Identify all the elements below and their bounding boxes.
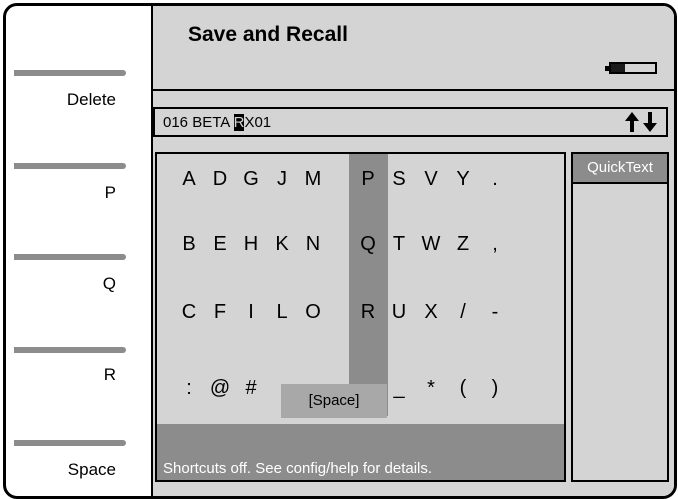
quicktext-tab[interactable]: QuickText [573,154,667,184]
battery-icon [605,62,657,74]
key-2-5[interactable]: R [354,301,382,324]
softkey-delete-label[interactable]: Delete [67,90,116,110]
key-3-0[interactable]: : [175,377,203,400]
status-text: Shortcuts off. See config/help for detai… [163,460,433,477]
key-0-8[interactable]: Y [449,168,477,191]
softkey-q-bar[interactable] [14,254,126,260]
softkey-r-label[interactable]: R [104,365,116,385]
softkey-space-bar[interactable] [14,440,126,446]
key-2-9[interactable]: - [481,301,509,324]
key-1-0[interactable]: B [175,233,203,256]
highlighted-column [349,154,388,416]
softkey-delete-bar[interactable] [14,70,126,76]
key-1-4[interactable]: N [299,233,327,256]
space-key[interactable]: [Space] [281,384,387,418]
softkey-space-label[interactable]: Space [68,460,116,480]
key-1-7[interactable]: W [417,233,445,256]
character-keyboard: A D G J M P S V Y. B E H K N Q T W Z, C F I L O R U X / -: @ # _ *() [S… [155,152,566,482]
softkey-q-label[interactable]: Q [103,274,116,294]
key-1-6[interactable]: T [385,233,413,256]
filename-text[interactable]: 016 BETA RX01 [163,114,271,131]
key-3-1[interactable]: @ [206,377,234,400]
key-3-8[interactable]: ( [449,377,477,400]
key-2-2[interactable]: I [237,301,265,324]
filename-prefix: 016 BETA [163,114,234,131]
page-title: Save and Recall [188,23,348,46]
softkey-r-bar[interactable] [14,347,126,353]
key-0-1[interactable]: D [206,168,234,191]
up-down-arrows-icon[interactable] [624,110,658,139]
key-2-0[interactable]: C [175,301,203,324]
key-2-4[interactable]: O [299,301,327,324]
key-1-8[interactable]: Z [449,233,477,256]
key-1-5[interactable]: Q [354,233,382,256]
instrument-screen: Delete P Q R Space Save and Recall 016 B… [3,3,677,499]
main-panel: Save and Recall 016 BETA RX01 ADGJMPSVY.… [151,6,674,496]
key-2-7[interactable]: X [417,301,445,324]
key-0-6[interactable]: S [385,168,413,191]
key-0-5[interactable]: P [354,168,382,191]
key-1-3[interactable]: K [268,233,296,256]
key-2-6[interactable]: U [385,301,413,324]
quicktext-panel: QuickText [571,152,669,482]
key-0-7[interactable]: V [417,168,445,191]
status-bar: Shortcuts off. See config/help for detai… [157,424,564,480]
title-bar: Save and Recall [153,6,674,91]
softkey-p-label[interactable]: P [105,183,116,203]
key-2-1[interactable]: F [206,301,234,324]
filename-suffix: X01 [244,114,272,131]
key-3-9[interactable]: ) [481,377,509,400]
key-2-8[interactable]: / [449,301,477,324]
key-0-9[interactable]: . [481,168,509,191]
text-cursor: R [233,114,245,131]
key-1-2[interactable]: H [237,233,265,256]
key-0-4[interactable]: M [299,168,327,191]
key-1-1[interactable]: E [206,233,234,256]
key-0-0[interactable]: A [175,168,203,191]
softkey-p-bar[interactable] [14,163,126,169]
key-0-3[interactable]: J [268,168,296,191]
key-3-2[interactable]: # [237,377,265,400]
key-1-9[interactable]: , [481,233,509,256]
key-0-2[interactable]: G [237,168,265,191]
key-2-3[interactable]: L [268,301,296,324]
key-3-7[interactable]: * [417,377,445,400]
filename-input[interactable]: 016 BETA RX01 [153,107,668,137]
key-3-6[interactable]: _ [385,377,413,400]
